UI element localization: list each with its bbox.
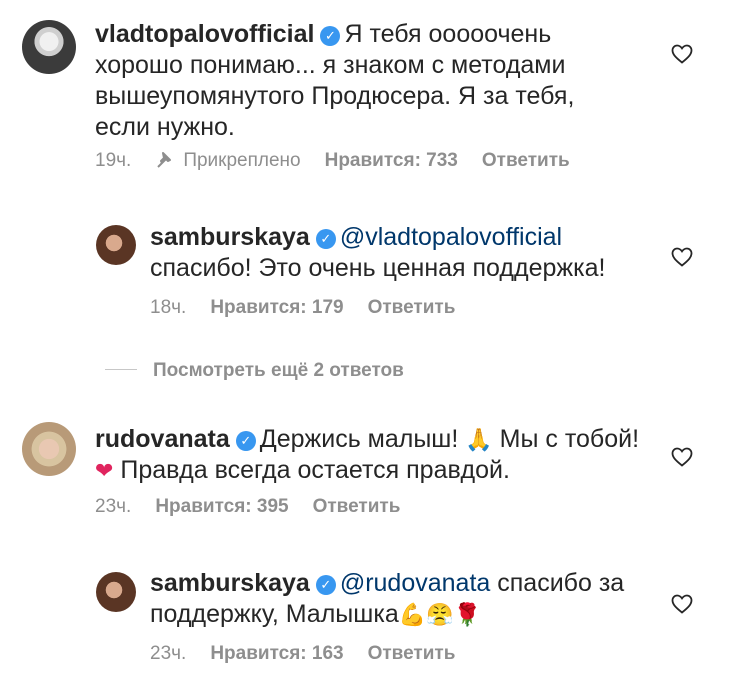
comment-text: vladtopalovofficial ✓ Я тебя ооооочень хор… [95, 19, 615, 143]
comment-time: 23ч. [150, 643, 187, 664]
comment-text: samburskaya ✓ @vladtopalovofficial спасибо… [150, 222, 650, 284]
divider-line [105, 369, 137, 370]
muscle-emoji: 💪 [398, 602, 427, 627]
comment-time: 23ч. [95, 496, 132, 517]
pin-icon [157, 152, 172, 168]
comment-body-part2: Мы с тобой! [499, 425, 640, 453]
mention-link[interactable]: @rudovanata [340, 569, 490, 597]
likes-count[interactable]: Нравится: 163 [210, 643, 343, 664]
comment-meta: 23ч. Нравится: 163 Ответить [150, 643, 479, 665]
pray-emoji: 🙏 [465, 427, 493, 452]
comment-meta: 19ч. Прикреплено Нравится: 733 Ответить [95, 150, 594, 172]
view-more-replies[interactable]: Посмотреть ещё 2 ответов [105, 360, 404, 382]
username[interactable]: samburskaya [150, 223, 310, 251]
samburskaya-avatar[interactable] [96, 572, 136, 612]
triumph-emoji: 😤 [426, 602, 454, 627]
reply-button[interactable]: Ответить [482, 150, 570, 171]
samburskaya-avatar[interactable] [96, 225, 136, 265]
heart-icon[interactable] [670, 245, 694, 269]
username[interactable]: vladtopalovofficial [95, 20, 314, 48]
username[interactable]: rudovanata [95, 425, 230, 453]
red-heart-emoji: ❤ [95, 458, 114, 483]
heart-icon[interactable] [670, 445, 694, 469]
comment-time: 18ч. [150, 297, 187, 318]
reply-button[interactable]: Ответить [313, 496, 401, 517]
username[interactable]: samburskaya [150, 569, 310, 597]
heart-icon[interactable] [670, 592, 694, 616]
comment-meta: 18ч. Нравится: 179 Ответить [150, 297, 479, 319]
comment-body-part1: Держись малыш! [259, 425, 459, 453]
verified-badge-icon: ✓ [235, 431, 256, 451]
vlad-avatar[interactable] [22, 20, 76, 74]
likes-count[interactable]: Нравится: 395 [155, 496, 288, 517]
pinned-indicator: Прикреплено [155, 150, 301, 171]
heart-icon[interactable] [670, 42, 694, 66]
likes-count[interactable]: Нравится: 733 [325, 150, 458, 171]
rudovanata-avatar[interactable] [22, 422, 76, 476]
rose-emoji: 🌹 [453, 602, 481, 627]
verified-badge-icon: ✓ [320, 26, 341, 46]
verified-badge-icon: ✓ [315, 229, 336, 249]
comment-text: rudovanata ✓ Держись малыш! 🙏 Мы с тобой! … [95, 424, 655, 486]
comment-text: samburskaya ✓ @rudovanata спасибо за подде… [150, 568, 650, 630]
likes-count[interactable]: Нравится: 179 [210, 297, 343, 318]
comment-time: 19ч. [95, 150, 132, 171]
reply-button[interactable]: Ответить [368, 297, 456, 318]
view-more-label[interactable]: Посмотреть ещё 2 ответов [153, 360, 404, 381]
comment-body: спасибо! Это очень ценная поддержка! [150, 254, 606, 282]
verified-badge-icon: ✓ [315, 575, 336, 595]
reply-button[interactable]: Ответить [368, 643, 456, 664]
comment-body-part3: Правда всегда остается правдой. [120, 456, 510, 484]
mention-link[interactable]: @vladtopalovofficial [340, 223, 562, 251]
comment-meta: 23ч. Нравится: 395 Ответить [95, 496, 424, 518]
